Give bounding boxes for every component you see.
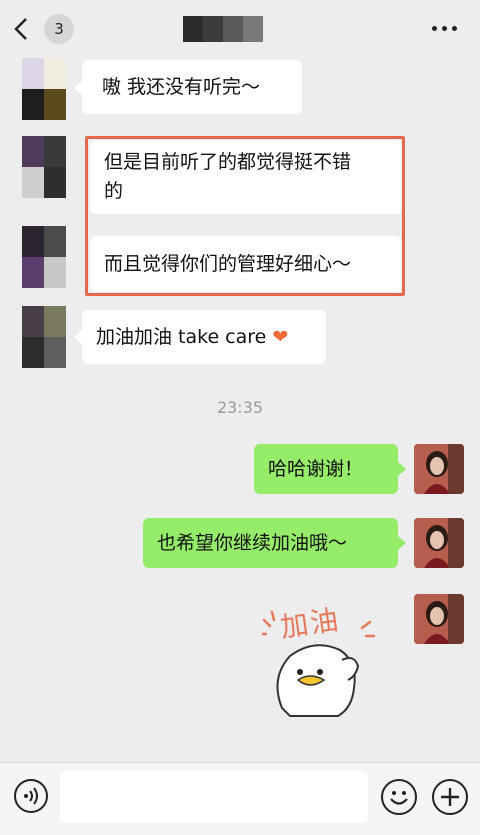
emoji-button[interactable] bbox=[381, 779, 417, 815]
contact-name-obscured bbox=[183, 16, 263, 42]
highlight-box bbox=[85, 136, 405, 296]
plus-icon bbox=[441, 788, 459, 806]
message-text: 加油加油 take care bbox=[96, 326, 267, 348]
message-text: 哈哈谢谢！ bbox=[268, 458, 364, 480]
voice-icon bbox=[24, 787, 38, 805]
heart-emoji: ❤ bbox=[272, 326, 289, 348]
emoji-icon bbox=[390, 791, 408, 805]
back-chevron-icon bbox=[14, 18, 27, 40]
duck-cheer-sticker[interactable]: 加油 bbox=[258, 598, 382, 722]
contact-avatar[interactable] bbox=[22, 58, 66, 120]
message-input[interactable] bbox=[60, 771, 368, 823]
more-button[interactable] bbox=[430, 18, 460, 38]
message-bubble[interactable]: 也希望你继续加油哦～ bbox=[143, 518, 398, 568]
more-icon bbox=[432, 26, 437, 31]
contact-avatar[interactable] bbox=[22, 306, 66, 368]
voice-button[interactable] bbox=[14, 779, 48, 813]
message-text: 嗷 我还没有听完～ bbox=[102, 76, 261, 98]
message-bubble[interactable]: 嗷 我还没有听完～ bbox=[82, 60, 302, 114]
contact-avatar[interactable] bbox=[22, 226, 66, 288]
message-text: 也希望你继续加油哦～ bbox=[157, 532, 348, 554]
contact-avatar[interactable] bbox=[22, 136, 66, 198]
chat-header: 3 bbox=[0, 0, 480, 56]
message-bubble[interactable]: 加油加油 take care ❤ bbox=[82, 310, 326, 364]
back-button[interactable]: 3 bbox=[14, 14, 74, 44]
timestamp: 23:35 bbox=[216, 398, 264, 417]
plus-button[interactable] bbox=[432, 779, 468, 815]
my-avatar[interactable] bbox=[414, 518, 464, 568]
input-bar bbox=[0, 762, 480, 835]
my-avatar[interactable] bbox=[414, 444, 464, 494]
sticker-text: 加油 bbox=[278, 602, 343, 645]
unread-count-badge: 3 bbox=[44, 14, 74, 44]
message-bubble[interactable]: 哈哈谢谢！ bbox=[254, 444, 398, 494]
my-avatar[interactable] bbox=[414, 594, 464, 644]
